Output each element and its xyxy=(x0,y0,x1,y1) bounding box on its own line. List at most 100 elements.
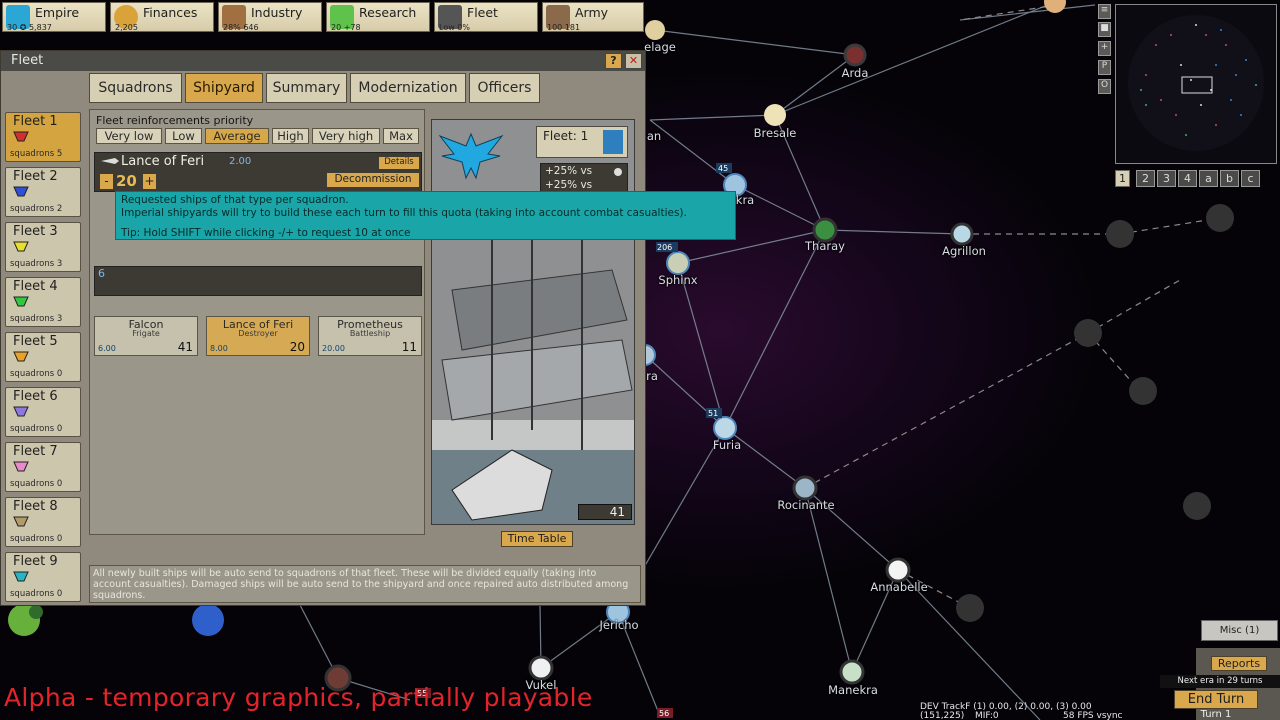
topbar-label: Finances xyxy=(143,5,198,20)
system-name[interactable]: Jericho xyxy=(599,618,638,632)
minimap-tab[interactable]: b xyxy=(1220,170,1239,187)
ship-card-class: Destroyer xyxy=(238,329,278,338)
ship-card-selected[interactable]: Lance of Feri Destroyer 8.00 20 xyxy=(206,316,310,356)
system-name[interactable]: Manekra xyxy=(828,683,878,697)
tooltip: Requested ships of that type per squadro… xyxy=(115,191,736,240)
system-name[interactable]: Agrillon xyxy=(942,244,986,258)
minimap[interactable] xyxy=(1115,4,1277,164)
minimap-tab[interactable]: 2 xyxy=(1136,170,1155,187)
topbar-army[interactable]: Army 100 181 xyxy=(542,2,644,32)
end-turn-button[interactable]: End Turn xyxy=(1174,690,1258,709)
minimap-button[interactable]: O xyxy=(1098,79,1111,94)
topbar-stats: 28% 646 xyxy=(223,23,259,32)
fleet-flag-icon xyxy=(13,241,29,252)
decommission-button[interactable]: Decommission xyxy=(327,173,419,187)
tab-officers[interactable]: Officers xyxy=(469,73,540,103)
timetable-button[interactable]: Time Table xyxy=(501,531,573,547)
system-name[interactable]: kra xyxy=(736,193,754,207)
eagle-icon xyxy=(438,132,504,180)
topbar-research[interactable]: Research 20 +78 xyxy=(326,2,430,32)
minimap-tab[interactable]: 3 xyxy=(1157,170,1176,187)
misc-button[interactable]: Misc (1) xyxy=(1201,620,1278,641)
system-name[interactable]: Bresale xyxy=(754,126,797,140)
close-button[interactable]: ✕ xyxy=(625,53,642,69)
minimap-tab[interactable]: c xyxy=(1241,170,1260,187)
ship-card[interactable]: Prometheus Battleship 20.00 11 xyxy=(318,316,422,356)
ship-card-cost: 6.00 xyxy=(98,344,116,353)
fleet-item[interactable]: Fleet 2 squadrons 2 xyxy=(5,167,81,217)
quota-value: 20 xyxy=(116,172,137,190)
shipyard-panel: Fleet reinforcements priority Very low L… xyxy=(89,109,425,535)
minus-button[interactable]: - xyxy=(100,174,113,189)
system-name[interactable]: ra xyxy=(646,369,658,383)
system-badge: 51 xyxy=(708,409,718,418)
fleet-item[interactable]: Fleet 1 squadrons 5 xyxy=(5,112,81,162)
topbar-industry[interactable]: Industry 28% 646 xyxy=(218,2,322,32)
ship-card[interactable]: Falcon Frigate 6.00 41 xyxy=(94,316,198,356)
next-era-text: Next era in 29 turns xyxy=(1160,675,1280,688)
fleet-item[interactable]: Fleet 7 squadrons 0 xyxy=(5,442,81,492)
minimap-button[interactable]: ■ xyxy=(1098,22,1111,37)
minimap-button[interactable]: P xyxy=(1098,60,1111,75)
minimap-tabs: 1 2 3 4 a b c xyxy=(1115,170,1280,188)
system-name[interactable]: Sphinx xyxy=(658,273,697,287)
dev-coords: (151,225) xyxy=(920,711,965,720)
fleet-squadrons: squadrons 3 xyxy=(10,314,63,324)
topbar-label: Research xyxy=(359,5,417,20)
help-button[interactable]: ? xyxy=(605,53,622,69)
fleet-flag-icon xyxy=(603,130,623,154)
fleet-name: Fleet 2 xyxy=(13,169,58,184)
minimap-tab[interactable]: a xyxy=(1199,170,1218,187)
game-screen: 45 206 51 55 56 elage Arda Bresale Thara… xyxy=(0,0,1280,720)
plus-button[interactable]: + xyxy=(143,174,156,189)
system-name[interactable]: Furia xyxy=(713,438,741,452)
minimap-tab[interactable]: 1 xyxy=(1115,170,1130,187)
system-name[interactable]: Rocinante xyxy=(777,498,834,512)
system-name[interactable]: Arda xyxy=(842,66,869,80)
system-name[interactable]: an xyxy=(647,129,661,143)
ship-icon xyxy=(101,158,119,164)
ship-cost: 2.00 xyxy=(229,156,252,167)
fleet-name: Fleet 7 xyxy=(13,444,58,459)
minimap-button[interactable]: ≡ xyxy=(1098,4,1111,19)
tab-modernization[interactable]: Modernization xyxy=(350,73,466,103)
topbar-finances[interactable]: Finances 2,205 xyxy=(110,2,214,32)
priority-option[interactable]: Very low xyxy=(96,128,162,144)
fleet-item[interactable]: Fleet 9 squadrons 0 xyxy=(5,552,81,602)
topbar-label: Army xyxy=(575,5,609,20)
system-name[interactable]: Annabelle xyxy=(870,580,927,594)
fleet-squadrons: squadrons 2 xyxy=(10,204,63,214)
info-text: All newly built ships will be auto send … xyxy=(89,565,641,603)
minimap-button[interactable]: + xyxy=(1098,41,1111,56)
details-button[interactable]: Details xyxy=(379,157,419,169)
fleet-flag-icon xyxy=(13,461,29,472)
ship-preview: Fleet: 1 +25% vs +25% vs 41 xyxy=(431,119,635,525)
fleet-item[interactable]: Fleet 6 squadrons 0 xyxy=(5,387,81,437)
priority-option[interactable]: Very high xyxy=(312,128,380,144)
fleet-squadrons: squadrons 5 xyxy=(10,149,63,159)
priority-option-selected[interactable]: Average xyxy=(205,128,269,144)
system-name[interactable]: elage xyxy=(644,40,676,54)
tab-shipyard[interactable]: Shipyard xyxy=(185,73,263,103)
topbar-empire[interactable]: Empire 30 ✪ 5,837 xyxy=(2,2,106,32)
priority-option[interactable]: High xyxy=(272,128,309,144)
fleet-item[interactable]: Fleet 5 squadrons 0 xyxy=(5,332,81,382)
fleet-name: Fleet 6 xyxy=(13,389,58,404)
priority-option[interactable]: Low xyxy=(165,128,202,144)
fleet-item[interactable]: Fleet 3 squadrons 3 xyxy=(5,222,81,272)
dev-fps: 58 FPS vsync xyxy=(1063,711,1123,720)
tab-squadrons[interactable]: Squadrons xyxy=(89,73,182,103)
fleet-squadrons: squadrons 0 xyxy=(10,369,63,379)
priority-option[interactable]: Max xyxy=(383,128,419,144)
fleet-flag-icon xyxy=(13,351,29,362)
minimap-tab[interactable]: 4 xyxy=(1178,170,1197,187)
fleet-item[interactable]: Fleet 8 squadrons 0 xyxy=(5,497,81,547)
fleet-item[interactable]: Fleet 4 squadrons 3 xyxy=(5,277,81,327)
fleet-window: Fleet ? ✕ Squadrons Shipyard Summary Mod… xyxy=(0,50,646,606)
topbar-fleet[interactable]: Fleet Low 0% xyxy=(434,2,538,32)
reports-button[interactable]: Reports xyxy=(1211,656,1267,671)
tab-summary[interactable]: Summary xyxy=(266,73,347,103)
window-title: Fleet xyxy=(1,51,645,71)
system-name[interactable]: Tharay xyxy=(805,239,845,253)
system-badge: 206 xyxy=(657,243,672,252)
